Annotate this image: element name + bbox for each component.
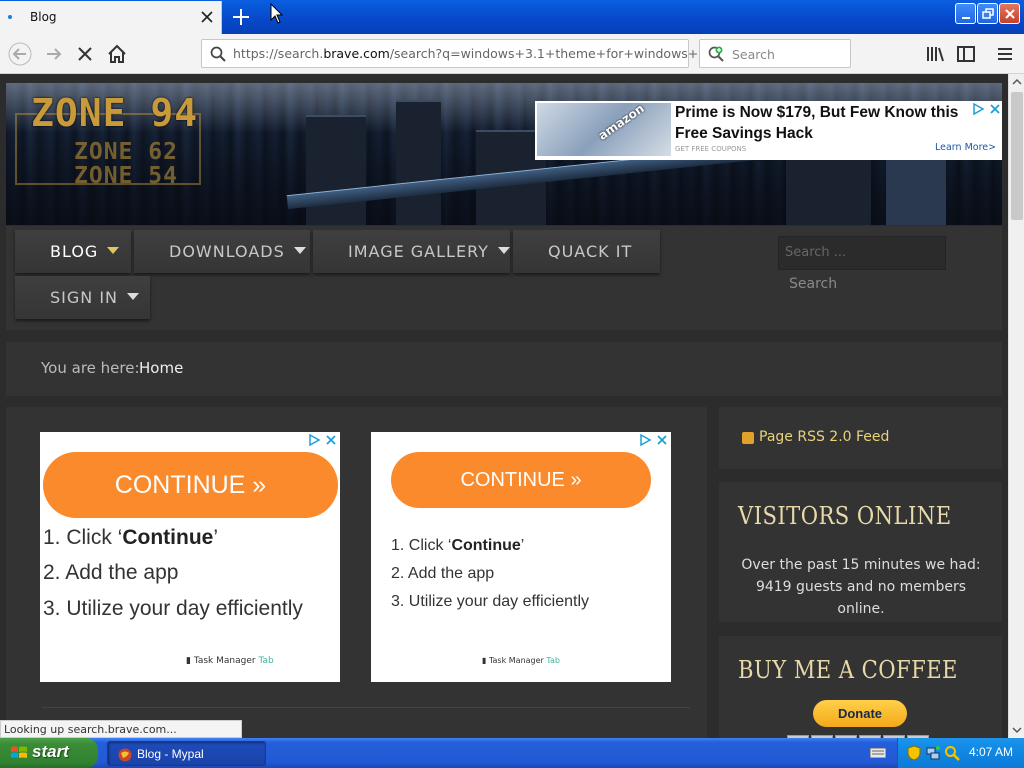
menu-item-quack-it[interactable]: QUACK IT [513,230,660,273]
logo-subtitle: ZONE 62 [74,139,178,165]
url-text: https://search.brave.com/search?q=window… [233,46,714,61]
site-search-input[interactable]: Search ... [778,236,946,270]
ad-step: 3. Utilize your day efficiently [391,593,590,610]
start-label: start [32,742,69,761]
buy-me-a-coffee-module: BUY ME A COFFEE Donate [719,636,1002,738]
stop-loading-icon[interactable] [73,42,97,66]
visitors-title: VISITORS ONLINE [738,502,952,530]
ad-step: 2. Add the app [43,561,179,584]
menu-item-downloads[interactable]: DOWNLOADS [134,230,310,273]
menu-item-blog[interactable]: BLOG [15,230,131,273]
rss-feed-icon [742,432,754,444]
ad-brand: ▮ Task Manager Tab [186,656,274,666]
close-window-button[interactable] [999,3,1020,24]
ad-learn-more-link[interactable]: Learn More> [935,142,996,153]
rss-feed-link[interactable]: Page RSS 2.0 Feed [759,429,889,445]
taskbar-window-label: Blog - Mypal [137,747,204,761]
banner-advertisement[interactable]: amazon Prime is Now $179, But Few Know t… [535,101,1002,160]
search-icon[interactable] [944,745,960,761]
task-manager-ad[interactable]: CONTINUE » 1. Click ‘Continue’ 2. Add th… [40,432,340,682]
forward-arrow-icon[interactable] [42,42,66,66]
minimize-button[interactable] [955,3,976,24]
new-tab-icon[interactable] [229,5,253,29]
status-tooltip: Looking up search.brave.com... [0,720,242,738]
tab-title: Blog [30,10,57,24]
search-icon [210,46,226,62]
rss-module: Page RSS 2.0 Feed [719,407,1002,469]
logo-subtitle: ZONE 54 [74,163,178,189]
restore-button[interactable] [977,3,998,24]
keyboard-icon[interactable] [870,748,886,758]
ad-image: amazon [537,103,671,156]
menu-item-sign-in[interactable]: SIGN IN [15,276,150,319]
coffee-title: BUY ME A COFFEE [738,656,958,684]
home-icon[interactable] [105,42,129,66]
visitors-online-module: VISITORS ONLINE Over the past 15 minutes… [719,482,1002,622]
banner-building [306,115,366,225]
donate-button[interactable]: Donate [813,700,907,727]
adchoices-icon[interactable] [308,433,338,447]
clock[interactable]: 4:07 AM [969,745,1013,759]
back-arrow-icon[interactable] [8,42,32,66]
adchoices-icon[interactable] [972,102,1002,116]
site-logo[interactable]: ZONE 94 [31,91,198,135]
scrollbar-thumb[interactable] [1011,92,1023,220]
ad-step: 1. Click ‘Continue’ [391,537,525,554]
start-button[interactable]: start [0,738,98,768]
system-tray: 4:07 AM [897,738,1024,768]
continue-button[interactable]: CONTINUE » [391,452,651,508]
close-tab-icon[interactable] [199,9,215,25]
navigation-toolbar: https://search.brave.com/search?q=window… [0,34,1024,74]
banner-building [886,155,946,225]
scroll-down-icon[interactable] [1011,724,1023,736]
windows-flag-icon [11,746,27,758]
taskbar-window-button[interactable]: Blog - Mypal [107,741,266,766]
caret-down-icon [497,247,510,254]
browser-search-placeholder: Search [732,47,775,62]
task-manager-ad[interactable]: CONTINUE » 1. Click ‘Continue’ 2. Add th… [371,432,671,682]
taskbar: start Blog - Mypal 4:07 AM [0,738,1024,768]
banner-building [396,100,441,225]
caret-down-icon [293,247,306,254]
caret-down-icon [107,247,120,254]
hamburger-menu-icon[interactable] [993,42,1017,66]
library-icon[interactable] [923,42,947,66]
breadcrumb-label: You are here: [41,359,140,377]
page-viewport: ZONE 94 ZONE 62 ZONE 54 amazon Prime is … [0,74,1008,738]
mouse-cursor-icon [270,3,284,24]
breadcrumb: You are here: Home [6,342,1002,396]
main-menu: BLOG DOWNLOADS IMAGE GALLERY QUACK IT SI… [6,226,1002,330]
ad-source: GET FREE COUPONS [675,145,747,153]
screen: Blog https://search.brave.com/search?q=w… [0,0,1024,768]
content-divider [42,707,690,708]
mypal-browser-icon [118,748,132,762]
ad-headline[interactable]: Prime is Now $179, But Few Know this Fre… [675,102,975,144]
loading-dot-icon [8,15,12,19]
browser-tab-strip: Blog [0,0,1024,34]
site-header-banner: ZONE 94 ZONE 62 ZONE 54 amazon Prime is … [6,83,1002,225]
menu-item-image-gallery[interactable]: IMAGE GALLERY [313,230,510,273]
ad-step: 3. Utilize your day efficiently [43,597,303,620]
adchoices-icon[interactable] [639,433,669,447]
continue-button[interactable]: CONTINUE » [43,452,338,518]
site-search-button[interactable]: Search [778,270,876,300]
main-content: CONTINUE » 1. Click ‘Continue’ 2. Add th… [6,407,707,738]
browser-search-box[interactable]: Search [699,39,851,68]
address-bar[interactable]: https://search.brave.com/search?q=window… [201,39,714,68]
ad-image-text: amazon [595,103,647,143]
breadcrumb-home: Home [139,359,184,377]
tab-blog[interactable]: Blog [0,1,222,34]
ad-brand: ▮ Task Manager Tab [482,656,560,665]
caret-down-icon [127,293,140,300]
vertical-scrollbar[interactable] [1008,74,1024,738]
sidebar-icon[interactable] [954,42,978,66]
network-icon[interactable] [925,745,941,761]
ad-step: 1. Click ‘Continue’ [43,526,219,549]
scroll-up-icon[interactable] [1011,76,1023,88]
visitors-text: Over the past 15 minutes we had: 9419 gu… [741,557,981,617]
search-engine-icon [708,46,724,62]
ad-step: 2. Add the app [391,565,495,582]
security-shield-icon[interactable] [906,745,922,761]
